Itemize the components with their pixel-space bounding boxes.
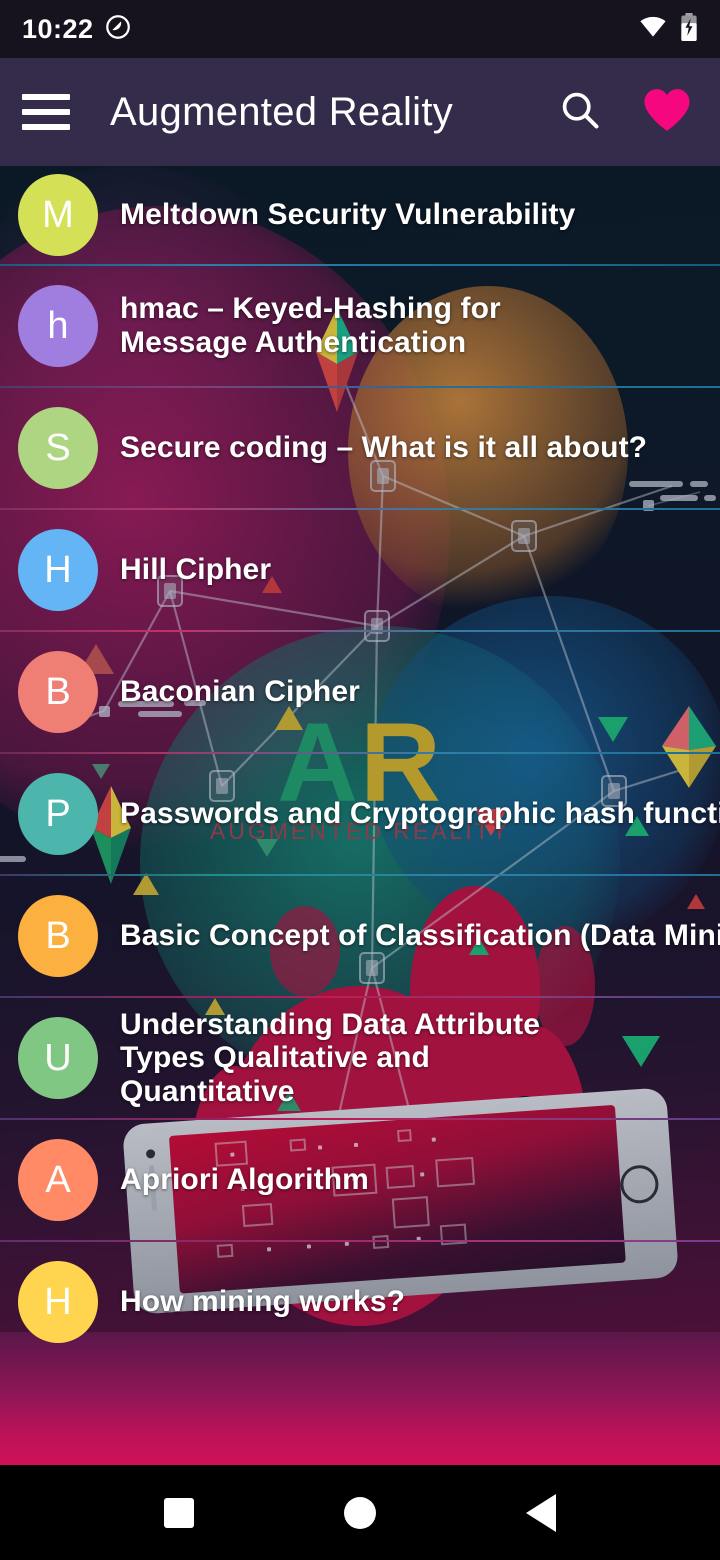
list-item-title: How mining works? — [120, 1285, 406, 1319]
list-divider — [0, 874, 720, 876]
avatar: B — [18, 651, 98, 733]
avatar-initial: H — [44, 1281, 72, 1323]
list-item-title: Hill Cipher — [120, 553, 272, 587]
list-item-title: Secure coding – What is it all about? — [120, 431, 648, 465]
avatar: M — [18, 174, 98, 256]
list-item-title: Meltdown Security Vulnerability — [120, 198, 576, 232]
status-bar-left: 10:22 — [22, 13, 132, 46]
avatar-initial: A — [45, 1159, 71, 1201]
avatar: H — [18, 529, 98, 611]
dnd-icon — [104, 13, 132, 46]
wifi-icon — [638, 15, 668, 44]
app-bar-actions — [558, 87, 692, 138]
list-divider — [0, 1118, 720, 1120]
list-item[interactable]: B Basic Concept of Classification (Data … — [0, 876, 720, 996]
list-divider — [0, 1240, 720, 1242]
avatar-initial: B — [45, 671, 71, 713]
avatar: H — [18, 1261, 98, 1343]
battery-charging-icon — [680, 12, 698, 46]
avatar-initial: S — [45, 427, 71, 469]
search-icon[interactable] — [558, 88, 602, 137]
list-item-title: Understanding Data Attribute Types Quali… — [120, 1007, 541, 1108]
list-item-title: Apriori Algorithm — [120, 1163, 369, 1197]
avatar: B — [18, 895, 98, 977]
system-navigation-bar — [0, 1465, 720, 1560]
list-item[interactable]: M Meltdown Security Vulnerability — [0, 166, 720, 264]
recents-button-icon[interactable] — [164, 1497, 194, 1528]
list-item-title: Baconian Cipher — [120, 675, 360, 709]
back-button-icon[interactable] — [526, 1493, 556, 1532]
list-item[interactable]: P Passwords and Cryptographic hash funct… — [0, 754, 720, 874]
avatar-initial: U — [44, 1037, 72, 1079]
avatar: P — [18, 773, 98, 855]
list-item[interactable]: A Apriori Algorithm — [0, 1120, 720, 1240]
list-item[interactable]: h hmac – Keyed-Hashing for Message Authe… — [0, 266, 720, 386]
avatar-initial: h — [47, 305, 69, 347]
avatar: A — [18, 1139, 98, 1221]
status-bar: 10:22 — [0, 0, 720, 58]
heart-icon[interactable] — [642, 87, 692, 138]
avatar: S — [18, 407, 98, 489]
list-divider — [0, 996, 720, 998]
avatar-initial: H — [44, 549, 72, 591]
list-divider — [0, 630, 720, 632]
avatar-initial: B — [45, 915, 71, 957]
avatar: U — [18, 1017, 98, 1099]
status-bar-clock: 10:22 — [22, 13, 94, 44]
list-item[interactable]: S Secure coding – What is it all about? — [0, 388, 720, 508]
list-divider — [0, 386, 720, 388]
hamburger-menu-icon[interactable] — [22, 94, 70, 130]
page-title: Augmented Reality — [110, 89, 454, 134]
list-item[interactable]: H How mining works? — [0, 1242, 720, 1362]
list-divider — [0, 508, 720, 510]
avatar-initial: P — [45, 793, 71, 835]
list-item-title: hmac – Keyed-Hashing for Message Authent… — [120, 292, 501, 359]
home-button-icon[interactable] — [344, 1496, 376, 1529]
app-bar: Augmented Reality — [0, 58, 720, 166]
list-divider — [0, 752, 720, 754]
list-divider — [0, 264, 720, 266]
list-item-title: Basic Concept of Classification (Data Mi… — [120, 919, 720, 953]
list-item[interactable]: U Understanding Data Attribute Types Qua… — [0, 998, 720, 1118]
avatar: h — [18, 285, 98, 367]
list-item-title: Passwords and Cryptographic hash functio… — [120, 797, 720, 831]
avatar-initial: M — [42, 194, 74, 236]
article-list[interactable]: M Meltdown Security Vulnerability h hmac… — [0, 166, 720, 1343]
status-bar-right — [638, 12, 698, 46]
list-item[interactable]: B Baconian Cipher — [0, 632, 720, 752]
list-item[interactable]: H Hill Cipher — [0, 510, 720, 630]
